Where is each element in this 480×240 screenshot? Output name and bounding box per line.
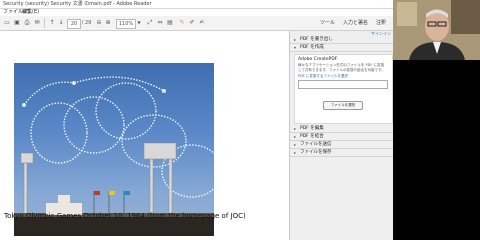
print-icon[interactable]: ⎙ bbox=[23, 19, 31, 27]
pane-section-label: PDF を作成 bbox=[300, 45, 324, 50]
document-page[interactable]: Tokyo Olympic Games October 10, 1964 (fr… bbox=[0, 31, 289, 240]
pane-section-export[interactable]: ▸ PDF を書き出し bbox=[290, 36, 393, 44]
highlight-icon[interactable]: ✐ bbox=[188, 19, 196, 27]
page-total: / 29 bbox=[81, 20, 92, 26]
toolbar-separator bbox=[44, 18, 45, 28]
next-page-icon[interactable]: ↓ bbox=[57, 19, 65, 27]
zoom-select[interactable]: 110% bbox=[116, 19, 136, 29]
chevron-right-icon: ▸ bbox=[294, 142, 297, 147]
zoom-out-icon[interactable]: ⊖ bbox=[95, 19, 103, 27]
service-description: 様々なアプリケーション形式のファイルを PDF に変換して共有できます。ファイル… bbox=[298, 63, 385, 72]
pane-section-label: ファイルを送信 bbox=[300, 142, 332, 147]
fill-sign-button[interactable]: 入力と署名 bbox=[343, 18, 368, 28]
pane-section-label: PDF を書き出し bbox=[300, 37, 333, 42]
chevron-right-icon: ▸ bbox=[294, 37, 297, 42]
sign-icon[interactable]: ✍ bbox=[198, 19, 206, 27]
chevron-right-icon: ▸ bbox=[294, 134, 297, 139]
tools-button[interactable]: ツール bbox=[320, 18, 335, 28]
chevron-right-icon: ▸ bbox=[294, 150, 297, 155]
chevron-down-icon[interactable]: ▼ bbox=[136, 19, 142, 27]
chevron-down-icon: ▾ bbox=[294, 45, 297, 50]
open-icon[interactable]: ▭ bbox=[3, 19, 11, 27]
pane-section-edit[interactable]: ▸ PDF を編集 bbox=[290, 125, 393, 133]
comment-icon[interactable]: ✎ bbox=[178, 19, 186, 27]
read-mode-icon[interactable]: ▤ bbox=[166, 19, 174, 27]
pane-section-create[interactable]: ▾ PDF を作成 bbox=[290, 44, 393, 52]
olympic-photo bbox=[14, 63, 214, 236]
pane-section-label: ファイルを保存 bbox=[300, 150, 332, 155]
page-number-input[interactable]: 20 bbox=[67, 19, 81, 29]
chevron-right-icon: ▸ bbox=[294, 126, 297, 131]
menu-bar: ファイル(F) 編集(E) bbox=[0, 9, 393, 16]
pane-section-label: PDF を編集 bbox=[300, 126, 324, 131]
service-name: Adobe CreatePDF bbox=[298, 57, 338, 62]
select-file-button[interactable]: ファイルを選択 bbox=[323, 101, 363, 110]
zoom-in-icon[interactable]: ⊕ bbox=[104, 19, 112, 27]
menu-edit[interactable]: 編集(E) bbox=[22, 9, 39, 16]
pane-section-send[interactable]: ▸ ファイルを送信 bbox=[290, 141, 393, 149]
tools-pane: サインイン ▸ PDF を書き出し ▾ PDF を作成 Adobe Create… bbox=[289, 31, 393, 240]
webcam-video bbox=[393, 0, 480, 60]
fit-width-icon[interactable]: ⇔ bbox=[156, 19, 164, 27]
photo-caption: Tokyo Olympic Games October 10, 1964 (fr… bbox=[4, 212, 246, 220]
title-bar: Security (security) Security 文書 のmain.pd… bbox=[0, 0, 393, 9]
toolbar: ▭ ▣ ⎙ ✉ ↑ ↓ 20 / 29 ⊖ ⊕ 110% ▼ ⤢ ⇔ ▤ ✎ ✐… bbox=[0, 16, 393, 31]
create-pdf-card: Adobe CreatePDF 様々なアプリケーション形式のファイルを PDF … bbox=[294, 54, 393, 124]
window-title: Security (security) Security 文書 のmain.pd… bbox=[3, 1, 152, 7]
comment-button[interactable]: 注釈 bbox=[376, 18, 386, 28]
pane-section-store[interactable]: ▸ ファイルを保存 bbox=[290, 149, 393, 157]
pane-section-label: PDF を結合 bbox=[300, 134, 324, 139]
select-file-link[interactable]: PDF に変換するファイルを選択 bbox=[298, 74, 348, 79]
fit-page-icon[interactable]: ⤢ bbox=[146, 19, 154, 27]
save-icon[interactable]: ▣ bbox=[13, 19, 21, 27]
prev-page-icon[interactable]: ↑ bbox=[48, 19, 56, 27]
reader-window: Security (security) Security 文書 のmain.pd… bbox=[0, 0, 393, 240]
file-input[interactable] bbox=[298, 80, 388, 89]
pane-section-combine[interactable]: ▸ PDF を結合 bbox=[290, 133, 393, 141]
mail-icon[interactable]: ✉ bbox=[33, 19, 41, 27]
